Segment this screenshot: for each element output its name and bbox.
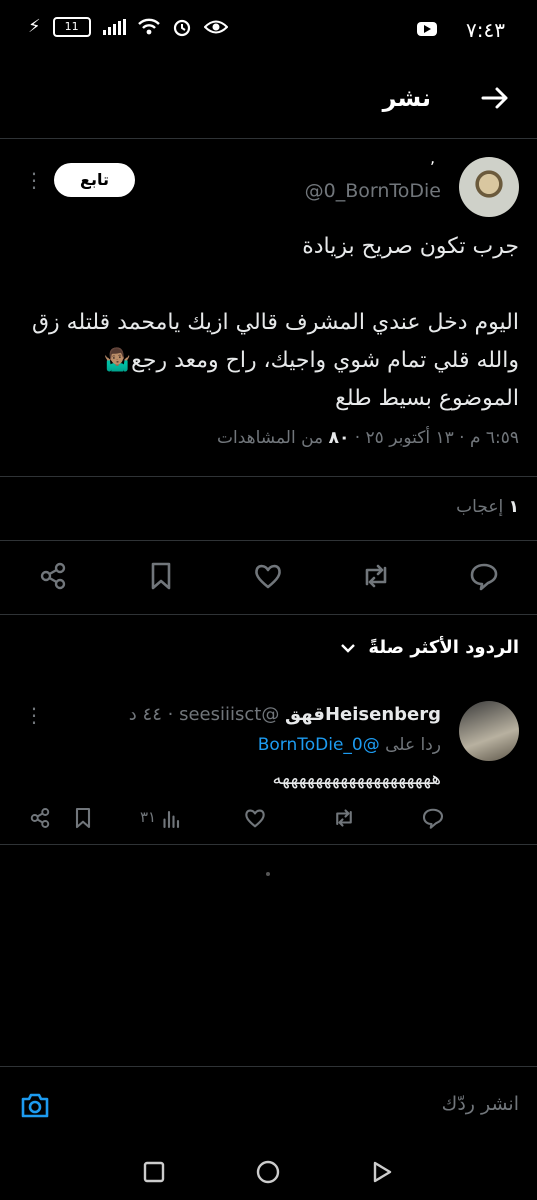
- like-icon[interactable]: [243, 806, 267, 830]
- back-nav-icon[interactable]: [370, 1160, 394, 1184]
- divider: [0, 540, 537, 541]
- reply-views-count: ٣١: [140, 808, 157, 826]
- reply-age: · ٤٤ د: [128, 704, 174, 725]
- reply-author-handle[interactable]: @seesiiisct: [179, 704, 279, 725]
- share-icon[interactable]: [37, 560, 69, 592]
- author-avatar[interactable]: [459, 157, 519, 217]
- youtube-icon: [417, 22, 437, 36]
- reply-author-name[interactable]: Heisenbergقهق: [285, 704, 441, 725]
- reply-avatar[interactable]: [459, 701, 519, 761]
- replying-to: ردا على @0_BornToDie: [258, 735, 441, 755]
- bookmark-icon[interactable]: [145, 560, 177, 592]
- reply-composer[interactable]: انشر ردّك: [0, 1066, 537, 1143]
- tweet-time[interactable]: ٦:٥٩ م · ١٣ أكتوبر ٢٥: [366, 428, 519, 448]
- views-label: من المشاهدات: [217, 428, 324, 448]
- top-bar: نشر: [0, 62, 537, 139]
- eye-icon: [203, 20, 228, 33]
- follow-button[interactable]: تابع: [54, 163, 135, 197]
- clock: ٧:٤٣: [466, 18, 505, 42]
- reply-text: هههههههههههههههههههه: [272, 768, 442, 789]
- replies-sort-dropdown[interactable]: الردود الأكثر صلةً: [340, 637, 519, 658]
- reply-actions: [0, 806, 537, 836]
- like-icon[interactable]: [252, 560, 284, 592]
- battery-indicator: 11: [52, 16, 91, 37]
- views-count: ٨٠: [328, 428, 350, 448]
- camera-icon[interactable]: [20, 1091, 50, 1119]
- retweet-icon[interactable]: [332, 806, 356, 830]
- retweet-icon[interactable]: [360, 560, 392, 592]
- tweet-actions: [0, 560, 537, 600]
- signal-icon: [102, 18, 126, 35]
- reply-input[interactable]: انشر ردّك: [442, 1093, 519, 1115]
- back-arrow-icon[interactable]: [479, 82, 511, 114]
- status-icons: ⚡ 11: [28, 16, 228, 37]
- bookmark-icon[interactable]: [71, 806, 95, 830]
- home-nav-icon[interactable]: [256, 1160, 280, 1184]
- status-bar: ⚡ 11 ٧:٤٣: [0, 0, 537, 62]
- tweet-line-1: جرب تكون صريح بزيادة: [302, 234, 519, 259]
- views-icon[interactable]: [160, 806, 184, 830]
- divider: [0, 614, 537, 615]
- divider: [0, 476, 537, 477]
- replies-sort-label: الردود الأكثر صلةً: [368, 637, 519, 658]
- loading-dot: [266, 872, 270, 876]
- chevron-down-icon: [341, 644, 355, 653]
- tweet-meta: ٦:٥٩ م · ١٣ أكتوبر ٢٥ · ٨٠ من المشاهدات: [217, 428, 519, 448]
- tweet-body: اليوم دخل عندي المشرف قالي ازيك يامحمد ق…: [31, 310, 519, 411]
- charging-icon: ⚡: [28, 16, 41, 37]
- alarm-icon: [173, 19, 190, 36]
- recents-nav-icon[interactable]: [142, 1160, 166, 1184]
- share-icon[interactable]: [28, 806, 52, 830]
- system-navigation-bar: [0, 1142, 537, 1200]
- more-icon[interactable]: ⋮: [24, 170, 44, 190]
- replying-label: ردا على: [385, 735, 441, 755]
- page-title: نشر: [382, 84, 431, 112]
- author-name[interactable]: ʼ: [430, 158, 435, 177]
- likes-count: ١: [508, 497, 519, 517]
- reply-header: Heisenbergقهق @seesiiisct · ٤٤ د: [129, 704, 441, 725]
- wifi-icon: [137, 18, 160, 34]
- tweet-text: جرب تكون صريح بزيادة اليوم دخل عندي المش…: [19, 228, 519, 418]
- reply-icon[interactable]: [468, 560, 500, 592]
- likes-label: إعجاب: [456, 497, 504, 517]
- likes-summary[interactable]: ١ إعجاب: [456, 497, 519, 517]
- author-handle[interactable]: @0_BornToDie: [305, 180, 441, 202]
- more-icon[interactable]: ⋮: [24, 705, 44, 725]
- reply-icon[interactable]: [421, 806, 445, 830]
- replying-mention[interactable]: @0_BornToDie: [258, 735, 380, 755]
- divider: [0, 844, 537, 845]
